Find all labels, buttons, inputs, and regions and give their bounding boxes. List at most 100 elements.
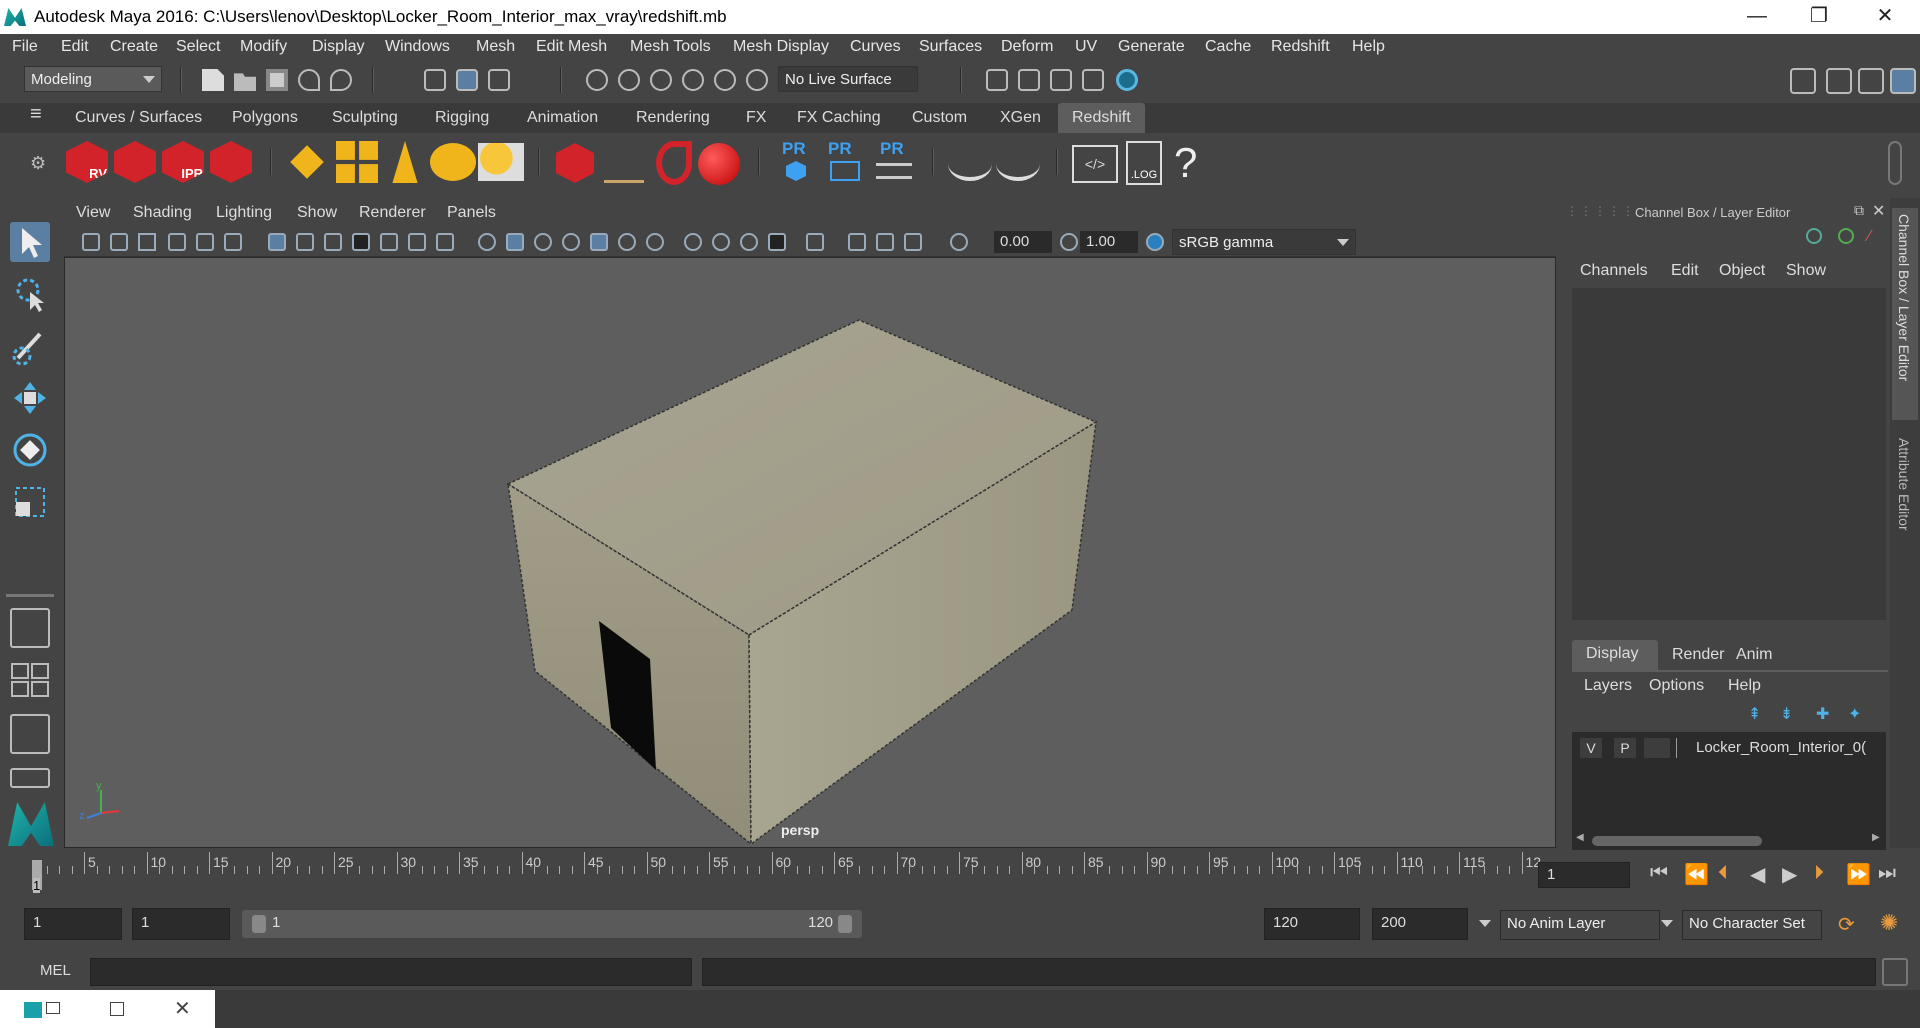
multisample-aa-icon[interactable] [740, 233, 758, 251]
render-frame-icon[interactable] [1018, 69, 1040, 91]
attribute-editor-icon[interactable] [1826, 68, 1852, 94]
menu-edit-mesh[interactable]: Edit Mesh [536, 38, 607, 56]
ipr-render-icon[interactable] [1050, 69, 1072, 91]
play-forward-icon[interactable]: ▶ [1782, 862, 1797, 887]
redo-icon[interactable] [330, 69, 352, 91]
modeling-toolkit-icon[interactable] [1790, 68, 1816, 94]
shadows-icon[interactable] [646, 233, 664, 251]
select-object-icon[interactable] [456, 69, 478, 91]
mel-label[interactable]: MEL [40, 962, 71, 979]
resolution-gate-icon[interactable] [324, 233, 342, 251]
menu-file[interactable]: File [12, 38, 38, 56]
shelf-menu-icon[interactable]: ≡ [30, 103, 42, 126]
depth-of-field-icon[interactable] [768, 233, 786, 251]
open-scene-icon[interactable] [234, 73, 256, 91]
portal-light-icon[interactable] [336, 141, 378, 183]
textured-icon[interactable] [590, 233, 608, 251]
snap-grid-icon[interactable] [586, 69, 608, 91]
new-layer-selected-icon[interactable]: ✦ [1848, 704, 1861, 724]
color-space-dropdown[interactable]: sRGB gamma [1172, 229, 1356, 255]
menu-curves[interactable]: Curves [850, 38, 901, 56]
menu-redshift[interactable]: Redshift [1271, 38, 1330, 56]
camera-attributes-icon[interactable] [110, 233, 128, 251]
select-component-icon[interactable] [488, 69, 510, 91]
save-scene-icon[interactable] [266, 69, 288, 91]
gear-icon[interactable]: ⚙ [30, 153, 46, 174]
menu-uv[interactable]: UV [1075, 38, 1097, 56]
select-hierarchy-icon[interactable] [424, 69, 446, 91]
hair-icon[interactable] [604, 143, 644, 183]
scale-tool-icon[interactable] [10, 482, 50, 522]
menu-cache[interactable]: Cache [1205, 38, 1251, 56]
menu-windows[interactable]: Windows [385, 38, 450, 56]
curve-mesh-icon[interactable] [656, 141, 692, 185]
move-tool-icon[interactable] [10, 378, 50, 418]
xray-joints-icon[interactable] [876, 233, 894, 251]
single-pane-layout-icon[interactable] [10, 608, 50, 648]
gamma-icon[interactable] [1060, 233, 1078, 251]
current-frame-field[interactable]: 1 [1538, 862, 1630, 888]
menu-display[interactable]: Display [312, 38, 364, 56]
lasso-tool-icon[interactable] [10, 274, 50, 314]
restore-window-icon[interactable] [46, 1002, 60, 1014]
snap-curve-icon[interactable] [618, 69, 640, 91]
snap-view-icon[interactable] [682, 69, 704, 91]
step-back-key-icon[interactable]: ⏪ [1684, 862, 1709, 887]
layers-menu[interactable]: Layers [1584, 677, 1632, 695]
viewport-menu-lighting[interactable]: Lighting [216, 204, 272, 222]
timeline-track[interactable]: 1 5 10 15 20 25 30 35 40 45 50 55 60 65 70 75 80 85 90 95 1… [24, 852, 1541, 894]
tab-curves-surfaces[interactable]: Curves / Surfaces [75, 109, 202, 127]
mode-dropdown[interactable]: Modeling [24, 66, 162, 92]
log-icon[interactable]: .LOG [1126, 141, 1162, 185]
options-menu[interactable]: Options [1649, 677, 1704, 695]
minimize-button[interactable]: — [1734, 2, 1780, 32]
close-panel-icon[interactable]: ✕ [1872, 201, 1885, 221]
select-tool-icon[interactable] [10, 222, 50, 262]
layer-row[interactable]: V P Locker_Room_Interior_0( [1572, 732, 1886, 764]
proxy-cube-icon[interactable] [556, 143, 594, 183]
animation-start-field[interactable]: 1 [24, 908, 122, 940]
close-button[interactable]: ✕ [1862, 2, 1908, 32]
shelf-scroll-icon[interactable] [1888, 141, 1902, 185]
wireframe-icon[interactable] [478, 233, 496, 251]
tab-rendering[interactable]: Rendering [636, 109, 710, 127]
film-gate-icon[interactable] [296, 233, 314, 251]
float-panel-icon[interactable]: ⧉ [1854, 202, 1864, 219]
safe-title-icon[interactable] [436, 233, 454, 251]
paint-select-icon[interactable] [10, 326, 50, 366]
step-back-frame-icon[interactable]: ⏴ [1718, 862, 1728, 885]
post-render-swap-icon[interactable] [876, 163, 912, 179]
anim-layer-dropdown[interactable]: No Anim Layer [1479, 910, 1660, 940]
move-layer-down-icon[interactable]: ⇟ [1780, 704, 1793, 724]
tab-xgen[interactable]: XGen [1000, 109, 1041, 127]
render-view-icon[interactable] [986, 69, 1008, 91]
menu-generate[interactable]: Generate [1118, 38, 1185, 56]
bake-pie-icon[interactable] [948, 147, 992, 181]
snap-live-icon[interactable] [746, 69, 768, 91]
code-icon[interactable]: </> [1072, 145, 1118, 183]
safe-action-icon[interactable] [408, 233, 426, 251]
tab-fx-caching[interactable]: FX Caching [797, 109, 881, 127]
channel-list[interactable] [1572, 288, 1886, 620]
range-end-handle[interactable] [838, 915, 852, 933]
close-window-icon[interactable]: ✕ [174, 996, 191, 1021]
channel-box-icon[interactable] [1890, 68, 1916, 94]
minimized-window[interactable]: ✕ [0, 990, 215, 1028]
tab-fx[interactable]: FX [746, 109, 766, 127]
side-tab-attribute-editor[interactable]: Attribute Editor [1892, 434, 1918, 564]
locker-room-box[interactable] [506, 319, 1098, 846]
tab-polygons[interactable]: Polygons [232, 109, 298, 127]
render-settings-icon[interactable] [1082, 69, 1104, 91]
motion-blur-icon[interactable] [712, 233, 730, 251]
redshift-ipr-icon[interactable]: IPR [162, 141, 204, 183]
menu-mesh-display[interactable]: Mesh Display [733, 38, 829, 56]
post-render-cube-icon[interactable] [786, 161, 806, 181]
layer-playback-toggle[interactable]: P [1614, 738, 1636, 758]
grid-icon[interactable] [268, 233, 286, 251]
menu-help[interactable]: Help [1352, 38, 1385, 56]
exposure-field[interactable]: 0.00 [994, 231, 1052, 253]
step-forward-key-icon[interactable]: ⏩ [1846, 862, 1871, 887]
playback-end-field[interactable]: 120 [1264, 908, 1360, 940]
time-slider[interactable]: 1 5 10 15 20 25 30 35 40 45 50 55 60 65 70 75 80 85 90 95 1… [0, 852, 1920, 894]
menu-mesh[interactable]: Mesh [476, 38, 515, 56]
